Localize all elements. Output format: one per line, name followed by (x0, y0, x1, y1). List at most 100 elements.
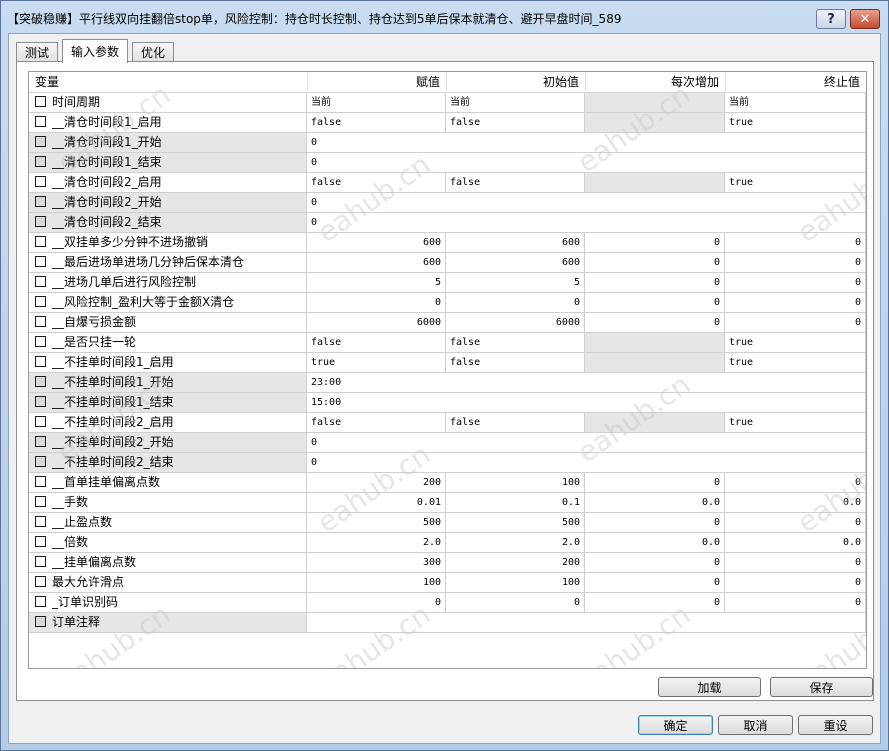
step-input[interactable]: 0 (585, 233, 725, 253)
table-row[interactable]: __挂单偏离点数 300 200 0 0 (29, 553, 866, 573)
table-row[interactable]: __清仓时间段2_启用 false false true (29, 173, 866, 193)
table-row[interactable]: 时间周期 当前 当前 当前 (29, 93, 866, 113)
step-input[interactable]: 0 (585, 593, 725, 613)
value-input[interactable]: 6000 (307, 313, 446, 333)
column-header-value[interactable]: 赋值 (307, 72, 446, 93)
stop-input[interactable]: 当前 (725, 93, 866, 113)
optimize-checkbox[interactable] (35, 396, 46, 407)
start-input[interactable]: false (446, 353, 585, 373)
start-input[interactable]: 100 (446, 473, 585, 493)
value-input[interactable]: false (307, 333, 446, 353)
stop-input[interactable]: true (725, 113, 866, 133)
step-input[interactable] (585, 333, 725, 353)
value-input[interactable]: 5 (307, 273, 446, 293)
step-input[interactable]: 0 (585, 253, 725, 273)
table-row[interactable]: __不挂单时间段2_启用 false false true (29, 413, 866, 433)
step-input[interactable]: 0 (585, 573, 725, 593)
optimize-checkbox[interactable] (35, 536, 46, 547)
value-input[interactable]: false (307, 113, 446, 133)
stop-input[interactable]: 0 (725, 253, 866, 273)
start-input[interactable]: false (446, 413, 585, 433)
start-input[interactable]: 0 (446, 293, 585, 313)
value-input[interactable]: 200 (307, 473, 446, 493)
value-input[interactable]: 0 (307, 213, 866, 233)
optimize-checkbox[interactable] (35, 416, 46, 427)
value-input[interactable]: 500 (307, 513, 446, 533)
optimize-checkbox[interactable] (35, 276, 46, 287)
table-row[interactable]: __自爆亏损金额 6000 6000 0 0 (29, 313, 866, 333)
start-input[interactable]: false (446, 333, 585, 353)
table-row[interactable]: __清仓时间段1_启用 false false true (29, 113, 866, 133)
step-input[interactable]: 0 (585, 473, 725, 493)
optimize-checkbox[interactable] (35, 616, 46, 627)
stop-input[interactable]: 0 (725, 513, 866, 533)
value-input[interactable]: 300 (307, 553, 446, 573)
value-input[interactable]: 600 (307, 253, 446, 273)
step-input[interactable]: 0 (585, 293, 725, 313)
help-button[interactable]: ? (816, 9, 846, 29)
start-input[interactable]: 600 (446, 253, 585, 273)
tab-optimization[interactable]: 优化 (132, 42, 175, 62)
step-input[interactable]: 0.0 (585, 493, 725, 513)
value-input[interactable]: 0 (307, 193, 866, 213)
optimize-checkbox[interactable] (35, 556, 46, 567)
table-row[interactable]: __清仓时间段2_开始 0 (29, 193, 866, 213)
table-row[interactable]: 订单注释 (29, 613, 866, 633)
table-row[interactable]: __进场几单后进行风险控制 5 5 0 0 (29, 273, 866, 293)
start-input[interactable]: 200 (446, 553, 585, 573)
optimize-checkbox[interactable] (35, 176, 46, 187)
value-input[interactable]: 0 (307, 153, 866, 173)
table-row[interactable]: __不挂单时间段1_结束 15:00 (29, 393, 866, 413)
step-input[interactable] (585, 413, 725, 433)
optimize-checkbox[interactable] (35, 116, 46, 127)
value-input[interactable]: 0 (307, 433, 866, 453)
optimize-checkbox[interactable] (35, 236, 46, 247)
optimize-checkbox[interactable] (35, 596, 46, 607)
stop-input[interactable]: 0 (725, 293, 866, 313)
start-input[interactable]: 0 (446, 593, 585, 613)
step-input[interactable]: 0 (585, 553, 725, 573)
stop-input[interactable]: 0.0 (725, 493, 866, 513)
step-input[interactable] (585, 113, 725, 133)
table-row[interactable]: __清仓时间段2_结束 0 (29, 213, 866, 233)
optimize-checkbox[interactable] (35, 216, 46, 227)
optimize-checkbox[interactable] (35, 496, 46, 507)
tab-testing[interactable]: 测试 (16, 42, 59, 62)
step-input[interactable] (585, 173, 725, 193)
optimize-checkbox[interactable] (35, 576, 46, 587)
stop-input[interactable]: 0.0 (725, 533, 866, 553)
stop-input[interactable]: 0 (725, 233, 866, 253)
table-row[interactable]: __首单挂单偏离点数 200 100 0 0 (29, 473, 866, 493)
save-button[interactable]: 保存 (770, 677, 873, 697)
table-row[interactable]: __双挂单多少分钟不进场撤销 600 600 0 0 (29, 233, 866, 253)
value-input[interactable]: 100 (307, 573, 446, 593)
start-input[interactable]: 5 (446, 273, 585, 293)
tab-input-parameters[interactable]: 输入参数 (62, 39, 129, 63)
table-row[interactable]: 最大允许滑点 100 100 0 0 (29, 573, 866, 593)
value-input[interactable]: 23:00 (307, 373, 866, 393)
step-input[interactable]: 0 (585, 313, 725, 333)
table-row[interactable]: __最后进场单进场几分钟后保本清仓 600 600 0 0 (29, 253, 866, 273)
table-row[interactable]: __不挂单时间段2_结束 0 (29, 453, 866, 473)
table-row[interactable]: __风险控制_盈利大等于金额X清仓 0 0 0 0 (29, 293, 866, 313)
column-header-step[interactable]: 每次增加 (585, 72, 725, 93)
value-input[interactable]: false (307, 173, 446, 193)
stop-input[interactable]: 0 (725, 553, 866, 573)
start-input[interactable]: 500 (446, 513, 585, 533)
table-row[interactable]: __不挂单时间段1_启用 true false true (29, 353, 866, 373)
optimize-checkbox[interactable] (35, 296, 46, 307)
optimize-checkbox[interactable] (35, 376, 46, 387)
value-input[interactable]: 当前 (307, 93, 446, 113)
start-input[interactable]: false (446, 113, 585, 133)
stop-input[interactable]: 0 (725, 593, 866, 613)
value-input[interactable]: 600 (307, 233, 446, 253)
optimize-checkbox[interactable] (35, 316, 46, 327)
column-header-variable[interactable]: 变量 (29, 72, 307, 93)
optimize-checkbox[interactable] (35, 196, 46, 207)
start-input[interactable]: 2.0 (446, 533, 585, 553)
value-input[interactable]: 0 (307, 593, 446, 613)
value-input[interactable]: 15:00 (307, 393, 866, 413)
optimize-checkbox[interactable] (35, 336, 46, 347)
stop-input[interactable]: 0 (725, 313, 866, 333)
start-input[interactable]: 当前 (446, 93, 585, 113)
